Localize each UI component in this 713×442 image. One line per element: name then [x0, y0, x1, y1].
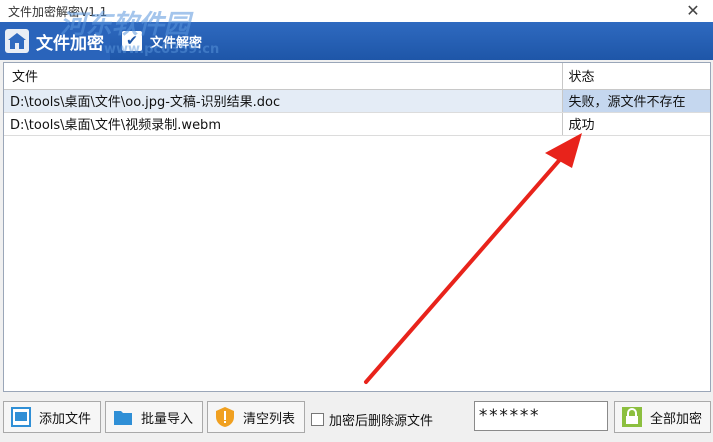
folder-icon — [111, 405, 135, 429]
clear-list-label: 清空列表 — [243, 411, 296, 427]
tab-encrypt-label: 文件加密 — [36, 33, 104, 54]
tab-decrypt[interactable]: ✔ 文件解密 — [122, 22, 202, 60]
warning-icon — [213, 405, 237, 429]
file-table: 文件 状态 D:\tools\桌面\文件\oo.jpg-文稿-识别结果.doc … — [4, 63, 710, 136]
lock-icon — [620, 405, 644, 429]
add-file-button[interactable]: 添加文件 — [3, 401, 101, 433]
delete-after-encrypt-label: 加密后删除源文件 — [329, 414, 434, 429]
status-cell: 失败，源文件不存在 — [561, 89, 710, 113]
table-row[interactable]: D:\tools\桌面\文件\oo.jpg-文稿-识别结果.doc 失败，源文件… — [4, 89, 710, 113]
clear-list-button[interactable]: 清空列表 — [207, 401, 305, 433]
decrypt-checkbox[interactable]: ✔ — [122, 31, 142, 51]
column-header-status[interactable]: 状态 — [561, 63, 710, 90]
add-file-icon — [9, 405, 33, 429]
title-bar: 文件加密解密V1.1 ✕ — [0, 0, 713, 22]
home-icon — [5, 29, 29, 53]
batch-import-button[interactable]: 批量导入 — [105, 401, 203, 433]
mode-banner: 文件加密 ✔ 文件解密 — [0, 22, 713, 60]
close-button[interactable]: ✕ — [683, 1, 703, 21]
window-title: 文件加密解密V1.1 — [8, 4, 108, 19]
status-cell: 成功 — [561, 112, 710, 136]
tab-encrypt[interactable]: 文件加密 — [0, 22, 110, 60]
file-path-cell: D:\tools\桌面\文件\oo.jpg-文稿-识别结果.doc — [4, 89, 562, 113]
checkbox-box — [311, 413, 324, 426]
file-path-cell: D:\tools\桌面\文件\视频录制.webm — [4, 112, 562, 136]
table-header-row: 文件 状态 — [4, 63, 710, 90]
file-list[interactable]: 文件 状态 D:\tools\桌面\文件\oo.jpg-文稿-识别结果.doc … — [3, 62, 711, 392]
bottom-toolbar: 添加文件 批量导入 清空列表 加密后删除源文件 ****** 全部加密 — [0, 398, 713, 438]
add-file-label: 添加文件 — [39, 411, 92, 427]
batch-import-label: 批量导入 — [141, 411, 194, 427]
table-row[interactable]: D:\tools\桌面\文件\视频录制.webm 成功 — [4, 112, 710, 136]
checkmark-icon: ✔ — [126, 33, 138, 49]
tab-decrypt-label: 文件解密 — [150, 35, 203, 51]
password-field[interactable] — [474, 401, 608, 431]
delete-after-encrypt-checkbox[interactable]: 加密后删除源文件 — [311, 410, 433, 429]
encrypt-all-label: 全部加密 — [650, 411, 703, 427]
encrypt-all-button[interactable]: 全部加密 — [614, 401, 711, 433]
column-header-file[interactable]: 文件 — [4, 63, 562, 90]
